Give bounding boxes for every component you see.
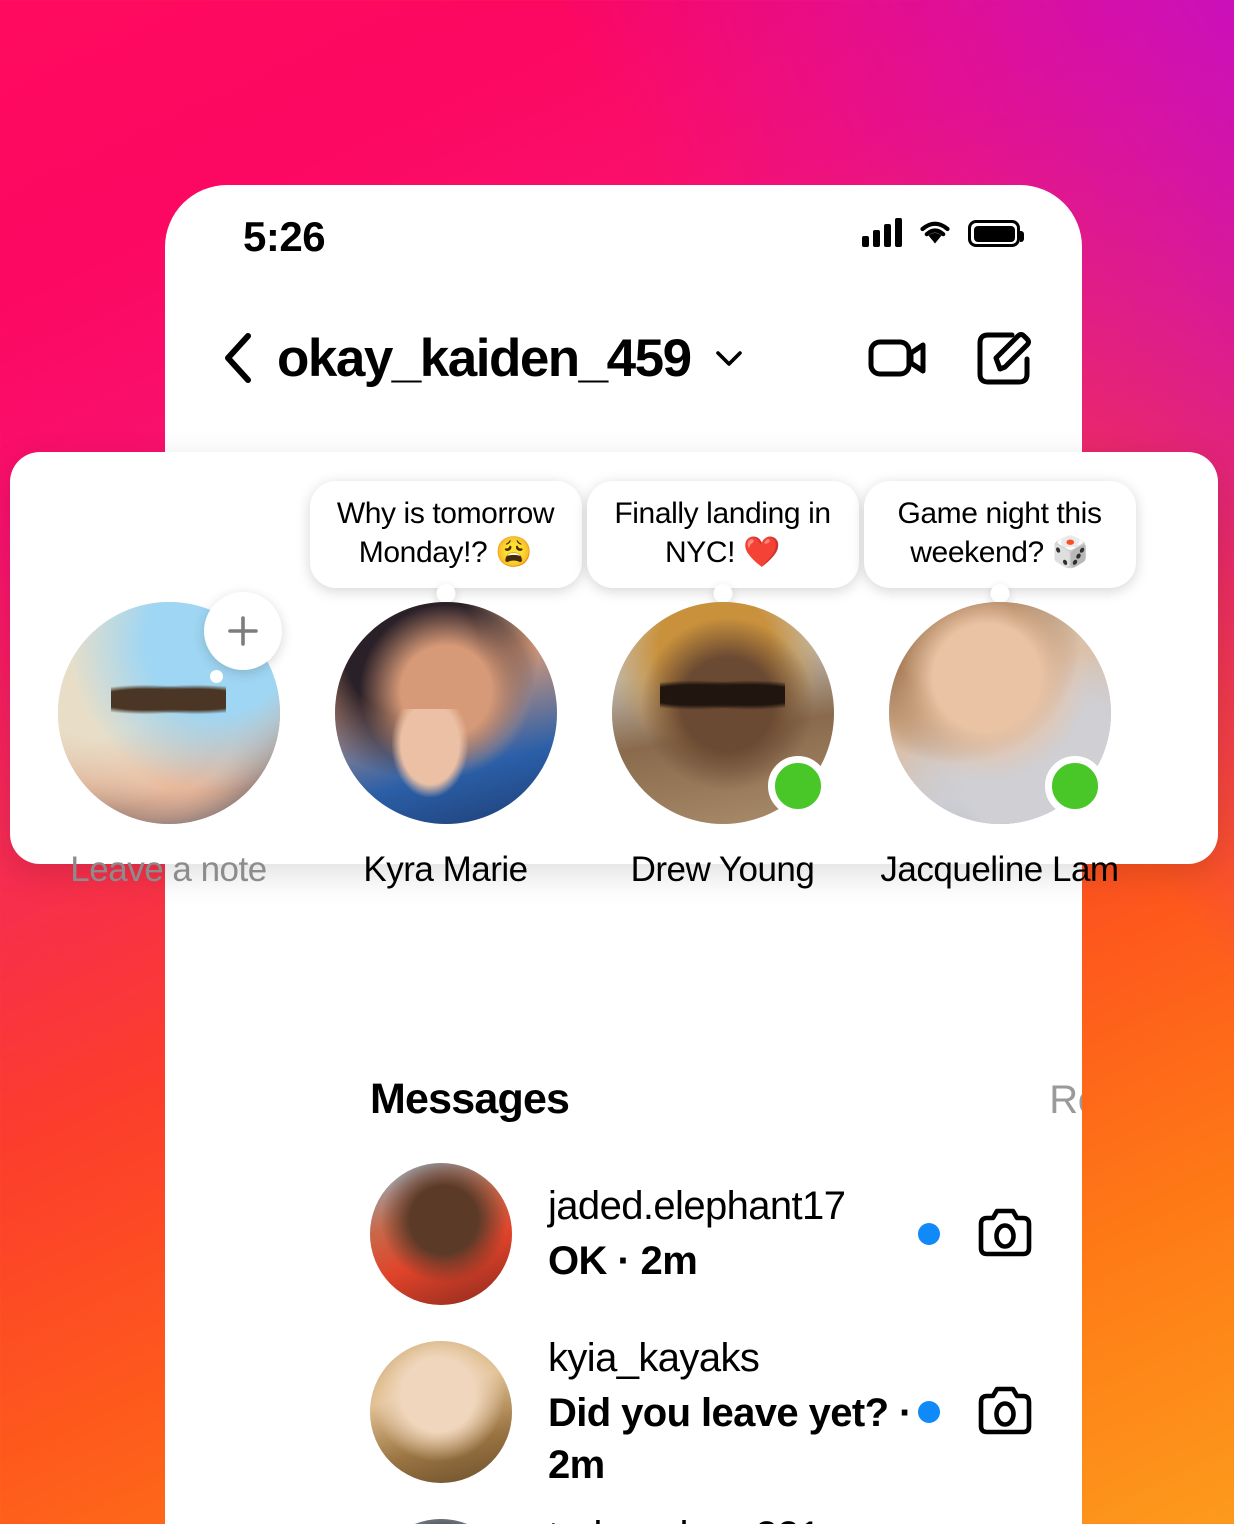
note-avatar-wrap[interactable] bbox=[888, 602, 1111, 824]
note-avatar-wrap[interactable] bbox=[334, 602, 557, 824]
note-bubble-slot: Finally landing in NYC! ❤️ bbox=[584, 481, 861, 618]
wifi-icon bbox=[920, 221, 950, 244]
note-label: Drew Young bbox=[630, 850, 815, 889]
thread-actions bbox=[918, 1203, 1036, 1265]
requests-link[interactable]: Requests bbox=[1049, 1078, 1082, 1123]
thread-actions bbox=[918, 1381, 1036, 1443]
messages-heading: Messages bbox=[370, 1075, 570, 1123]
unread-dot bbox=[918, 1223, 940, 1245]
note-bubble-slot: Why is tomorrow Monday!? 😩 bbox=[307, 481, 584, 618]
plus-icon[interactable] bbox=[203, 592, 282, 683]
table-row[interactable]: jaded.elephant17 OK · 2m bbox=[165, 1145, 1082, 1323]
camera-icon[interactable] bbox=[974, 1203, 1036, 1265]
note-bubble-slot: Game night this weekend? 🎲 bbox=[861, 481, 1138, 618]
avatar[interactable] bbox=[370, 1163, 512, 1305]
note-bubble[interactable]: Game night this weekend? 🎲 bbox=[863, 481, 1136, 618]
video-camera-icon[interactable] bbox=[866, 326, 930, 390]
thread-preview: Did you leave yet? · 2m bbox=[548, 1391, 912, 1487]
note-item-jacqueline-lam[interactable]: Game night this weekend? 🎲 Jacqueline La… bbox=[861, 481, 1138, 890]
thread-text: ted_graham321 Sounds good! Let’s do it ·… bbox=[512, 1511, 918, 1524]
compose-pencil-icon[interactable] bbox=[972, 326, 1036, 390]
thread-username: kyia_kayaks bbox=[548, 1336, 760, 1381]
note-avatar-wrap[interactable] bbox=[57, 592, 282, 824]
online-status-dot bbox=[767, 756, 828, 816]
plus-glyph-icon bbox=[227, 616, 258, 646]
note-item-kyra-marie[interactable]: Why is tomorrow Monday!? 😩 Kyra Marie bbox=[307, 481, 584, 890]
status-time: 5:26 bbox=[243, 213, 326, 260]
thread-text: jaded.elephant17 OK · 2m bbox=[512, 1181, 918, 1287]
note-label: Jacqueline Lam bbox=[880, 850, 1119, 889]
thread-username: jaded.elephant17 bbox=[548, 1183, 846, 1228]
thread-text: kyia_kayaks Did you leave yet? · 2m bbox=[512, 1333, 918, 1491]
avatar[interactable] bbox=[370, 1519, 512, 1524]
note-label: Kyra Marie bbox=[363, 850, 528, 889]
note-bubble-slot bbox=[30, 492, 307, 588]
notes-tray: Leave a note Why is tomorrow Monday!? 😩 … bbox=[10, 452, 1218, 889]
status-bar: 5:26 bbox=[165, 185, 1082, 305]
message-thread-list: jaded.elephant17 OK · 2m kyia_kayaks Did… bbox=[165, 1145, 1082, 1524]
note-bubble[interactable]: Why is tomorrow Monday!? 😩 bbox=[309, 481, 582, 618]
note-bubble[interactable]: Finally landing in NYC! ❤️ bbox=[586, 481, 859, 618]
thread-username: ted_graham321 bbox=[548, 1511, 918, 1524]
cellular-bars-icon bbox=[862, 217, 902, 247]
thread-preview: OK · 2m bbox=[548, 1239, 698, 1283]
table-row[interactable]: ted_graham321 Sounds good! Let’s do it ·… bbox=[165, 1501, 1082, 1524]
back-chevron-icon[interactable] bbox=[221, 332, 255, 384]
unread-dot bbox=[918, 1401, 940, 1423]
camera-icon[interactable] bbox=[974, 1381, 1036, 1443]
notes-row: Leave a note Why is tomorrow Monday!? 😩 … bbox=[10, 452, 1218, 889]
note-item-self[interactable]: Leave a note bbox=[30, 492, 307, 890]
battery-full-icon bbox=[968, 220, 1024, 247]
note-avatar-wrap[interactable] bbox=[611, 602, 834, 824]
messages-section-header: Messages Requests bbox=[370, 1075, 1082, 1124]
table-row[interactable]: kyia_kayaks Did you leave yet? · 2m bbox=[165, 1323, 1082, 1501]
avatar[interactable] bbox=[334, 602, 557, 824]
note-item-drew-young[interactable]: Finally landing in NYC! ❤️ Drew Young bbox=[584, 481, 861, 890]
online-status-dot bbox=[1044, 756, 1105, 816]
status-indicators bbox=[862, 217, 1024, 247]
avatar[interactable] bbox=[370, 1341, 512, 1483]
chevron-down-icon[interactable] bbox=[713, 342, 745, 374]
note-label: Leave a note bbox=[70, 850, 267, 889]
nav-bar: okay_kaiden_459 bbox=[165, 303, 1082, 413]
page-title[interactable]: okay_kaiden_459 bbox=[277, 328, 692, 389]
